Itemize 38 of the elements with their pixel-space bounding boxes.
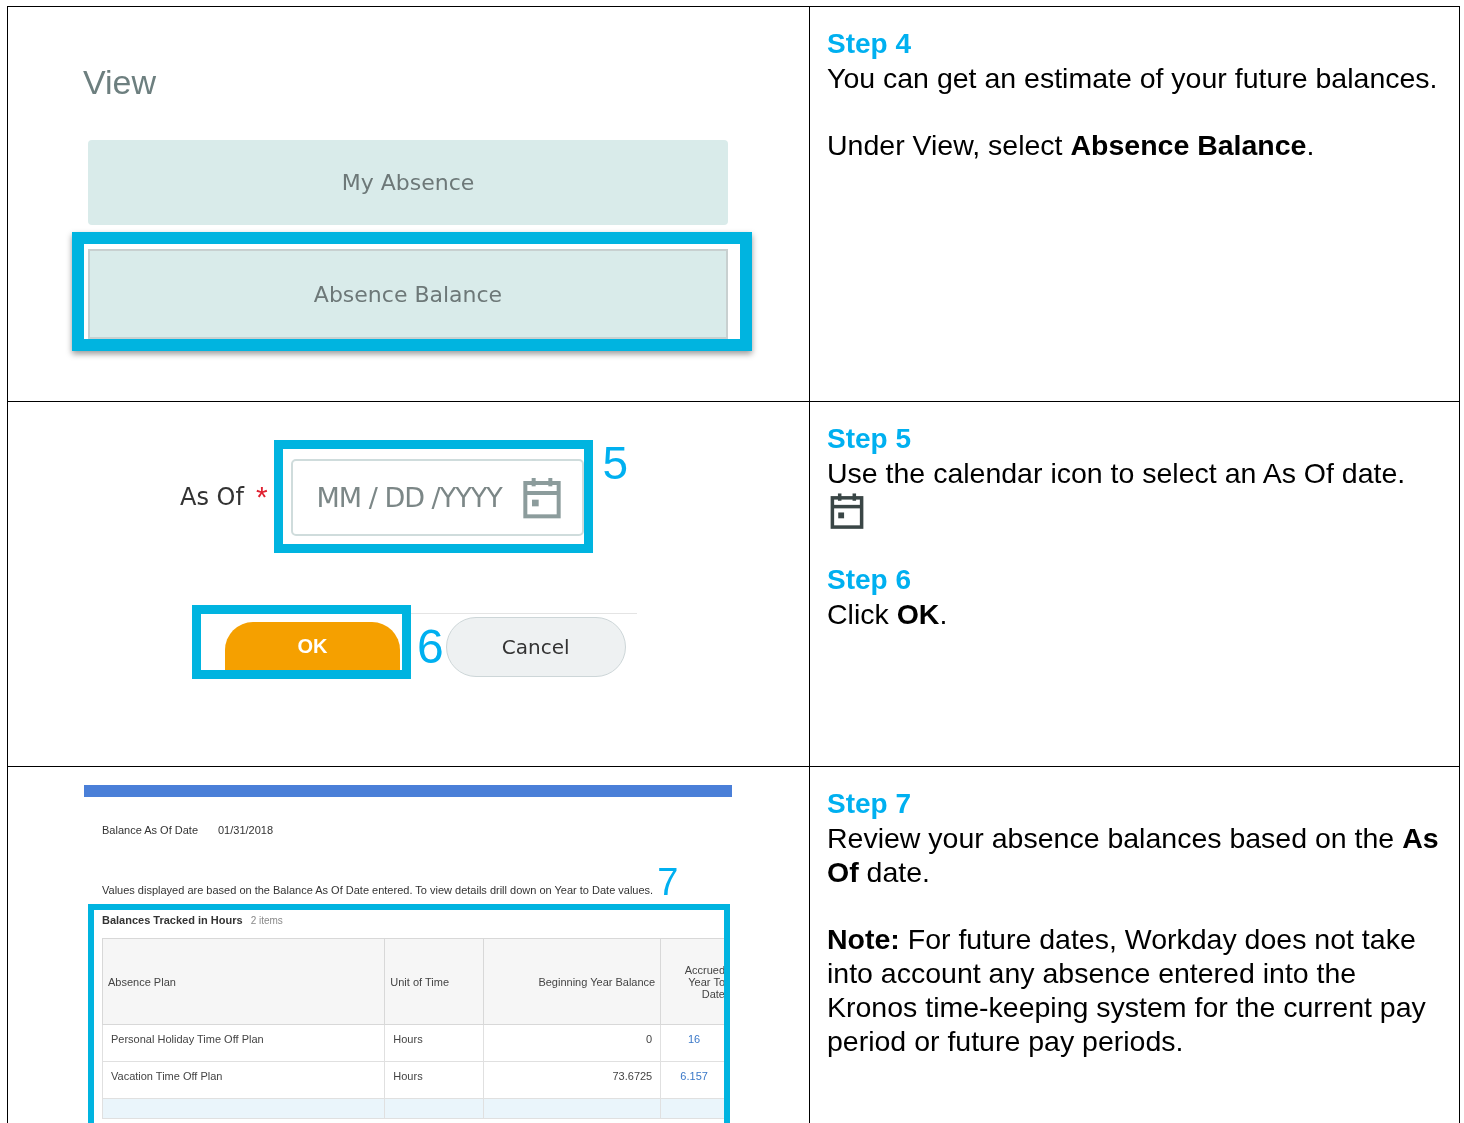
step-number: 5 — [602, 440, 629, 486]
instruction-text: Under View, select Absence Balance. — [827, 128, 1316, 162]
instruction-text: You can get an estimate of your future balances. — [827, 61, 1439, 95]
table-cell: 73.6725 — [483, 1061, 661, 1099]
required-asterisk: * — [255, 479, 268, 514]
step-heading: Step 4 — [827, 27, 913, 61]
instruction-text: Use the calendar icon to select an As Of date. — [827, 456, 1407, 490]
date-field[interactable]: MM / DD /YYYY — [290, 459, 584, 536]
table-cell: Hours — [384, 1024, 484, 1062]
item-count: 2 items — [250, 915, 283, 926]
section-title: View — [83, 63, 158, 102]
table-cell: 0 — [483, 1024, 661, 1062]
info-text: Values displayed are based on the Balance As Of Date entered. To view details drill down on Year to Date values. — [102, 884, 654, 898]
step-heading: Step 6 — [827, 563, 913, 597]
step-heading: Step 5 — [827, 422, 913, 456]
cancel-button[interactable]: Cancel — [445, 616, 626, 677]
column-header: Absence Plan — [102, 938, 385, 1025]
calendar-icon — [521, 475, 562, 520]
instruction-text: Click OK. — [827, 597, 949, 631]
menu-button[interactable]: Absence Balance — [88, 249, 728, 339]
field-label: Balance As Of Date — [102, 824, 198, 836]
step-number: 7 — [657, 864, 679, 900]
field-label: As Of — [180, 482, 244, 511]
instruction-text: Review your absence balances based on the As Of date. — [827, 821, 1440, 889]
instruction-text: Note: For future dates, Workday does not take into account any absence entered into the Kronos time-keeping system for the current pay period or future pay periods. — [827, 922, 1427, 1058]
step-heading: Step 7 — [827, 787, 913, 821]
table-cell: Vacation Time Off Plan — [102, 1061, 385, 1099]
table-cell: Hours — [384, 1061, 484, 1099]
column-header: Accrued Year To Date — [660, 938, 724, 1025]
table-title: Balances Tracked in Hours — [102, 914, 243, 926]
calendar-icon — [829, 492, 865, 530]
column-header: Unit of Time — [384, 938, 484, 1025]
step-number: 6 — [417, 623, 444, 670]
table-cell: Personal Holiday Time Off Plan — [102, 1024, 385, 1062]
ok-button[interactable]: OK — [225, 622, 400, 670]
column-header: Beginning Year Balance — [483, 938, 661, 1025]
menu-button[interactable]: My Absence — [88, 140, 728, 225]
field-value: 01/31/2018 — [218, 824, 274, 836]
